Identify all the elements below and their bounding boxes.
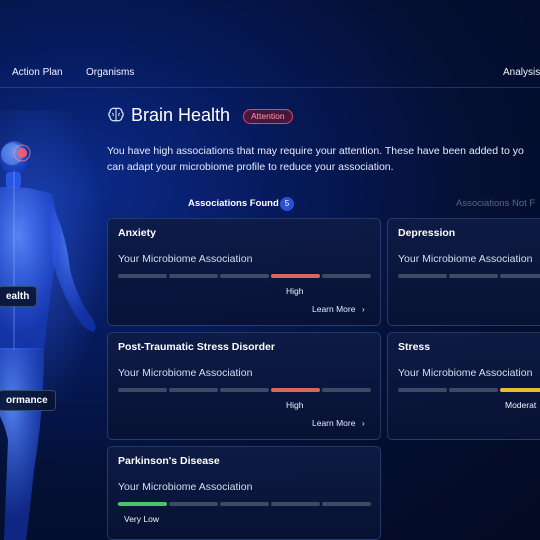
human-body-illustration xyxy=(0,80,105,540)
card-subtitle: Your Microbiome Association xyxy=(118,481,253,493)
association-meter xyxy=(398,388,540,392)
figure-label-health[interactable]: ealth xyxy=(0,286,38,307)
learn-more-link[interactable]: Learn More › xyxy=(312,418,365,428)
meter-segment xyxy=(271,274,320,278)
learn-more-label: Learn More xyxy=(312,418,356,428)
meter-segment xyxy=(169,388,218,392)
card-title: Parkinson's Disease xyxy=(118,455,220,467)
meter-segment xyxy=(398,388,447,392)
nav-action-plan[interactable]: Action Plan xyxy=(12,67,63,78)
card-title: Stress xyxy=(398,341,431,353)
meter-segment xyxy=(220,388,269,392)
figure-label-performance[interactable]: ormance xyxy=(0,390,56,411)
association-meter xyxy=(118,274,371,278)
meter-segment xyxy=(220,502,269,506)
meter-segment xyxy=(220,274,269,278)
meter-segment xyxy=(118,502,167,506)
attention-badge: Attention xyxy=(243,109,293,124)
association-card-parkinsons[interactable]: Parkinson's Disease Your Microbiome Asso… xyxy=(107,446,381,540)
intro-line-1: You have high associations that may requ… xyxy=(107,145,524,157)
learn-more-label: Learn More xyxy=(312,304,356,314)
meter-segment xyxy=(398,274,447,278)
chevron-right-icon: › xyxy=(361,304,365,314)
tab-associations-not-found[interactable]: Associations Not F xyxy=(456,198,540,209)
card-title: Post-Traumatic Stress Disorder xyxy=(118,341,275,353)
nav-divider xyxy=(0,87,540,88)
meter-segment xyxy=(322,274,371,278)
meter-segment xyxy=(118,274,167,278)
associations-count-badge: 5 xyxy=(280,197,294,211)
nav-analysis[interactable]: Analysis xyxy=(503,67,540,78)
association-level: Moderat xyxy=(505,400,537,410)
chevron-right-icon: › xyxy=(361,418,365,428)
association-meter xyxy=(118,388,371,392)
meter-segment xyxy=(271,502,320,506)
association-card-stress[interactable]: Stress Your Microbiome Association Moder… xyxy=(387,332,540,440)
page-title: Brain Health xyxy=(131,105,231,125)
meter-segment xyxy=(500,274,540,278)
top-navigation: Action Plan Organisms Analysis xyxy=(0,0,540,88)
body-figure: ealth ormance xyxy=(0,80,105,540)
meter-segment xyxy=(271,388,320,392)
meter-segment xyxy=(169,274,218,278)
card-subtitle: Your Microbiome Association xyxy=(398,253,533,265)
meter-segment xyxy=(449,388,498,392)
card-title: Anxiety xyxy=(118,227,156,239)
association-card-depression[interactable]: Depression Your Microbiome Association xyxy=(387,218,540,326)
association-meter xyxy=(398,274,540,278)
card-subtitle: Your Microbiome Association xyxy=(118,253,253,265)
meter-segment xyxy=(169,502,218,506)
tab-associations-found[interactable]: Associations Found xyxy=(188,198,279,209)
intro-text: You have high associations that may requ… xyxy=(107,143,540,175)
brain-icon xyxy=(108,107,124,122)
meter-segment xyxy=(500,388,540,392)
card-title: Depression xyxy=(398,227,456,239)
meter-segment xyxy=(322,388,371,392)
association-level: High xyxy=(286,286,304,296)
meter-segment xyxy=(449,274,498,278)
association-level: High xyxy=(286,400,304,410)
association-level: Very Low xyxy=(124,514,159,524)
meter-segment xyxy=(322,502,371,506)
intro-line-2: can adapt your microbiome profile to red… xyxy=(107,161,394,173)
card-subtitle: Your Microbiome Association xyxy=(118,367,253,379)
association-card-ptsd[interactable]: Post-Traumatic Stress Disorder Your Micr… xyxy=(107,332,381,440)
association-meter xyxy=(118,502,371,506)
learn-more-link[interactable]: Learn More › xyxy=(312,304,365,314)
association-card-anxiety[interactable]: Anxiety Your Microbiome Association High… xyxy=(107,218,381,326)
nav-organisms[interactable]: Organisms xyxy=(86,67,134,78)
card-subtitle: Your Microbiome Association xyxy=(398,367,533,379)
meter-segment xyxy=(118,388,167,392)
